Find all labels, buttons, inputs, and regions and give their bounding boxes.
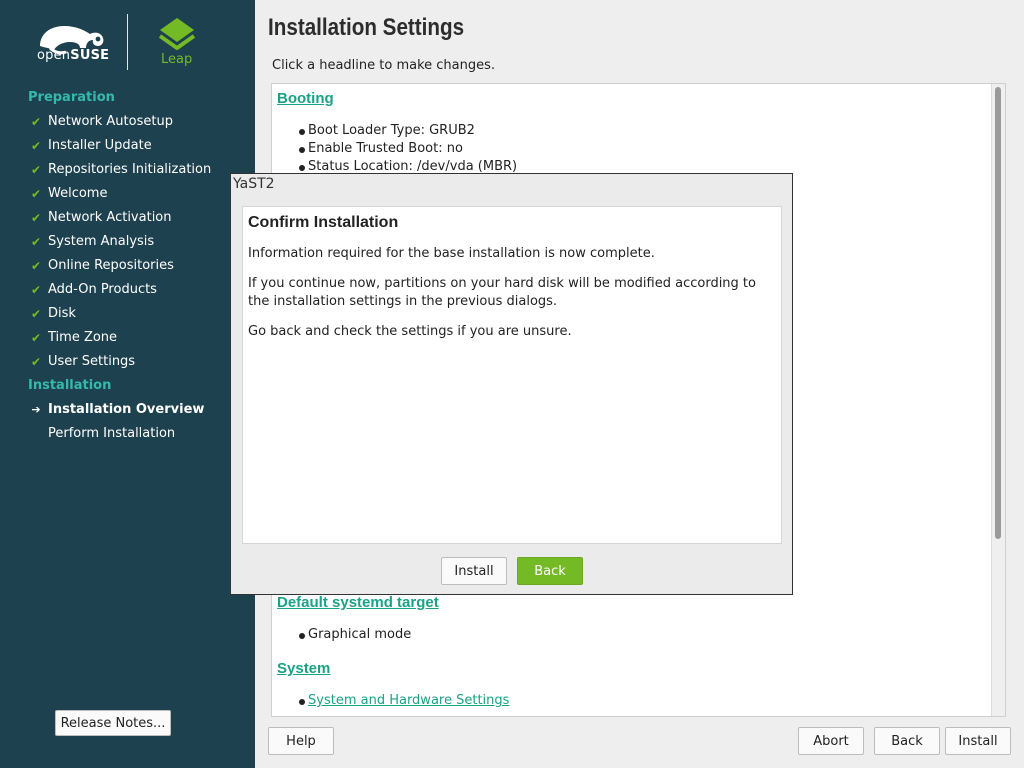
help-button[interactable]: Help [268,727,334,755]
step-welcome: ✔ Welcome [0,182,255,206]
dialog-heading: Confirm Installation [248,214,399,231]
booting-heading-link[interactable]: Booting [277,90,334,107]
step-system-analysis: ✔ System Analysis [0,230,255,254]
step-add-on-products: ✔ Add-On Products [0,278,255,302]
wordmark-bold: SUSE [70,48,110,63]
abort-button[interactable]: Abort [798,727,864,755]
release-notes-button[interactable]: Release Notes... [55,710,171,736]
step-network-autosetup: ✔ Network Autosetup [0,110,255,134]
check-icon: ✔ [30,187,42,201]
help-label: Help [286,734,316,749]
confirm-installation-dialog: YaST2 Confirm Installation Information r… [230,173,793,595]
sidebar: openSUSE Leap Preparation ✔ Network Autos… [0,0,255,768]
list-item: Graphical mode [298,627,412,642]
leap-wordmark: Leap [161,52,193,67]
step-time-zone: ✔ Time Zone [0,326,255,350]
dialog-install-button[interactable]: Install [441,557,507,585]
systemd-target-heading-link[interactable]: Default systemd target [277,594,439,611]
check-icon: ✔ [30,163,42,177]
step-label: Repositories Initialization [48,162,212,177]
step-repositories-initialization: ✔ Repositories Initialization [0,158,255,182]
step-installation-overview: ➔ Installation Overview [0,398,255,422]
install-button[interactable]: Install [945,727,1011,755]
step-installer-update: ✔ Installer Update [0,134,255,158]
arrow-right-icon: ➔ [31,403,41,416]
step-label: Installer Update [48,138,152,153]
check-icon: ✔ [30,283,42,297]
step-network-activation: ✔ Network Activation [0,206,255,230]
wordmark-prefix: open [37,48,71,63]
page-title: Installation Settings [268,14,465,41]
summary-scrollbar[interactable] [991,84,1005,716]
step-label: Add-On Products [48,282,157,297]
step-label: User Settings [48,354,136,369]
step-label: Network Autosetup [48,114,173,129]
section-title-preparation: Preparation [28,90,115,105]
dialog-window-title: YaST2 [233,176,275,192]
dialog-paragraph: Information required for the base instal… [248,246,655,261]
step-online-repositories: ✔ Online Repositories [0,254,255,278]
install-label: Install [958,734,998,749]
check-icon: ✔ [30,259,42,273]
check-icon: ✔ [30,307,42,321]
page-hint: Click a headline to make changes. [272,58,496,73]
step-label: System Analysis [48,234,155,249]
check-icon: ✔ [30,355,42,369]
list-item: Status Location: /dev/vda (MBR) [298,159,518,174]
check-icon: ✔ [30,331,42,345]
leap-logo-icon [158,18,196,50]
check-icon: ✔ [30,235,42,249]
dialog-paragraph: If you continue now, partitions on your … [248,276,756,309]
dialog-back-button[interactable]: Back [517,557,583,585]
step-label: Time Zone [48,330,118,345]
step-label: Installation Overview [48,402,205,417]
logo-area: openSUSE Leap [0,0,255,80]
scrollbar-thumb[interactable] [995,87,1001,539]
abort-label: Abort [813,734,849,749]
step-label: Online Repositories [48,258,174,273]
check-icon: ✔ [30,211,42,225]
system-heading-link[interactable]: System [277,660,330,677]
back-button[interactable]: Back [874,727,940,755]
dialog-install-label: Install [454,564,494,579]
installation-steps: Preparation ✔ Network Autosetup ✔ Installe… [0,86,255,446]
step-perform-installation: Perform Installation [0,422,255,446]
step-label: Welcome [48,186,108,201]
dialog-paragraph: Go back and check the settings if you ar… [248,324,572,339]
step-label: Disk [48,306,76,321]
step-label: Perform Installation [48,426,176,441]
opensuse-wordmark: openSUSE [37,48,109,63]
logo-divider [127,14,128,70]
release-notes-label: Release Notes... [60,716,166,731]
dialog-back-label: Back [534,564,566,579]
check-icon: ✔ [30,115,42,129]
check-icon: ✔ [30,139,42,153]
system-hardware-settings-link[interactable]: System and Hardware Settings [298,693,509,708]
step-disk: ✔ Disk [0,302,255,326]
step-user-settings: ✔ User Settings [0,350,255,374]
list-item: Boot Loader Type: GRUB2 [299,123,475,138]
dialog-content: Confirm Installation Information require… [242,206,782,544]
step-label: Network Activation [48,210,172,225]
list-item: Enable Trusted Boot: no [299,141,463,156]
back-label: Back [891,734,923,749]
section-title-installation: Installation [28,378,112,393]
